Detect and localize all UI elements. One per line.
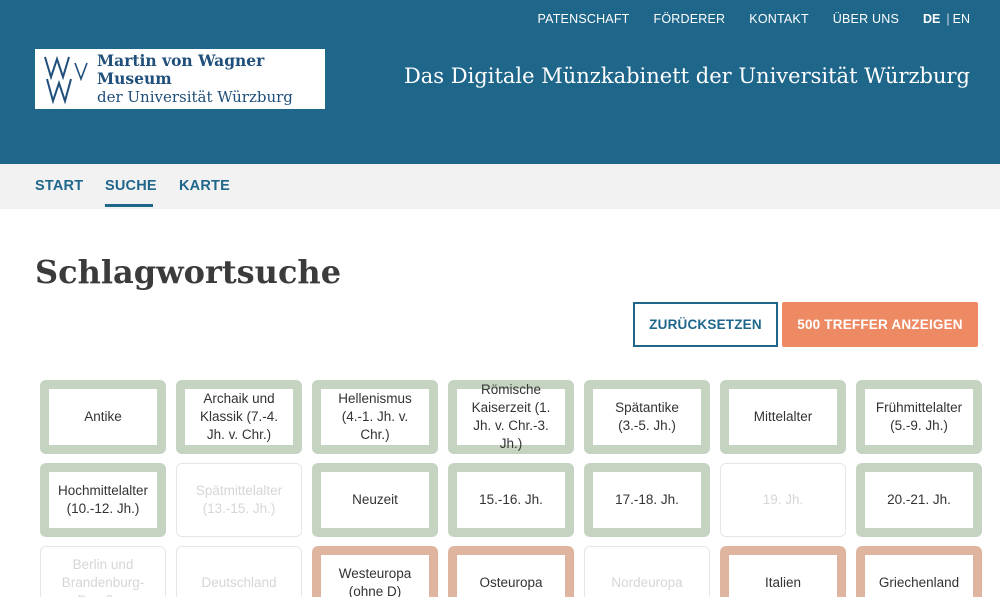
tile-hochmittelalter[interactable]: Hochmittelalter (10.-12. Jh.): [40, 463, 166, 537]
reset-button[interactable]: ZURÜCKSETZEN: [633, 302, 778, 347]
show-results-button[interactable]: 500 TREFFER ANZEIGEN: [782, 302, 978, 347]
site-header: PATENSCHAFT FÖRDERER KONTAKT ÜBER UNS DE…: [0, 0, 1000, 164]
topnav-ueber-uns[interactable]: ÜBER UNS: [833, 12, 899, 26]
topnav-kontakt[interactable]: KONTAKT: [749, 12, 809, 26]
nav-karte[interactable]: KARTE: [179, 178, 230, 194]
tile-19-jh[interactable]: 19. Jh.: [720, 463, 846, 537]
logo-line-1: Martin von Wagner Museum: [97, 51, 265, 88]
site-title: Das Digitale Münzkabinett der Universitä…: [403, 64, 970, 88]
tile-mittelalter[interactable]: Mittelalter: [720, 380, 846, 454]
main-navigation: START SUCHE KARTE: [0, 164, 1000, 209]
tile-neuzeit[interactable]: Neuzeit: [312, 463, 438, 537]
active-tab-indicator: [105, 204, 153, 207]
tile-archaik-klassik[interactable]: Archaik und Klassik (7.-4. Jh. v. Chr.): [176, 380, 302, 454]
tile-deutschland[interactable]: Deutschland: [176, 546, 302, 597]
topnav-foerderer[interactable]: FÖRDERER: [654, 12, 726, 26]
tile-fruehmittelalter[interactable]: Frühmittelalter (5.-9. Jh.): [856, 380, 982, 454]
logo-text: Martin von Wagner Museum der Universität…: [97, 51, 325, 107]
nav-suche[interactable]: SUCHE: [105, 178, 157, 194]
tile-20-21-jh[interactable]: 20.-21. Jh.: [856, 463, 982, 537]
lang-separator: |: [946, 12, 950, 26]
tile-osteuropa[interactable]: Osteuropa: [448, 546, 574, 597]
tile-italien[interactable]: Italien: [720, 546, 846, 597]
tile-roemische-kaiserzeit[interactable]: Römische Kaiserzeit (1. Jh. v. Chr.-3. J…: [448, 380, 574, 454]
tile-westeuropa[interactable]: Westeuropa (ohne D): [312, 546, 438, 597]
tile-nordeuropa[interactable]: Nordeuropa: [584, 546, 710, 597]
tile-15-16-jh[interactable]: 15.-16. Jh.: [448, 463, 574, 537]
topnav-patenschaft[interactable]: PATENSCHAFT: [538, 12, 630, 26]
logo-line-2: der Universität Würzburg: [97, 88, 293, 106]
tile-hellenismus[interactable]: Hellenismus (4.-1. Jh. v. Chr.): [312, 380, 438, 454]
lang-en[interactable]: EN: [953, 12, 970, 26]
museum-logo[interactable]: Martin von Wagner Museum der Universität…: [35, 49, 325, 109]
nav-start[interactable]: START: [35, 178, 83, 194]
tile-berlin-brandenburg[interactable]: Berlin und Brandenburg-Preußen: [40, 546, 166, 597]
top-navigation: PATENSCHAFT FÖRDERER KONTAKT ÜBER UNS DE…: [514, 12, 971, 26]
page-title: Schlagwortsuche: [35, 253, 342, 291]
tile-antike[interactable]: Antike: [40, 380, 166, 454]
tile-griechenland[interactable]: Griechenland: [856, 546, 982, 597]
tile-spaetantike[interactable]: Spätantike (3.-5. Jh.): [584, 380, 710, 454]
tile-spaetmittelalter[interactable]: Spätmittelalter (13.-15. Jh.): [176, 463, 302, 537]
language-switcher: DE | EN: [923, 12, 970, 26]
tile-17-18-jh[interactable]: 17.-18. Jh.: [584, 463, 710, 537]
mvw-monogram-icon: [35, 49, 93, 109]
lang-de[interactable]: DE: [923, 12, 940, 26]
